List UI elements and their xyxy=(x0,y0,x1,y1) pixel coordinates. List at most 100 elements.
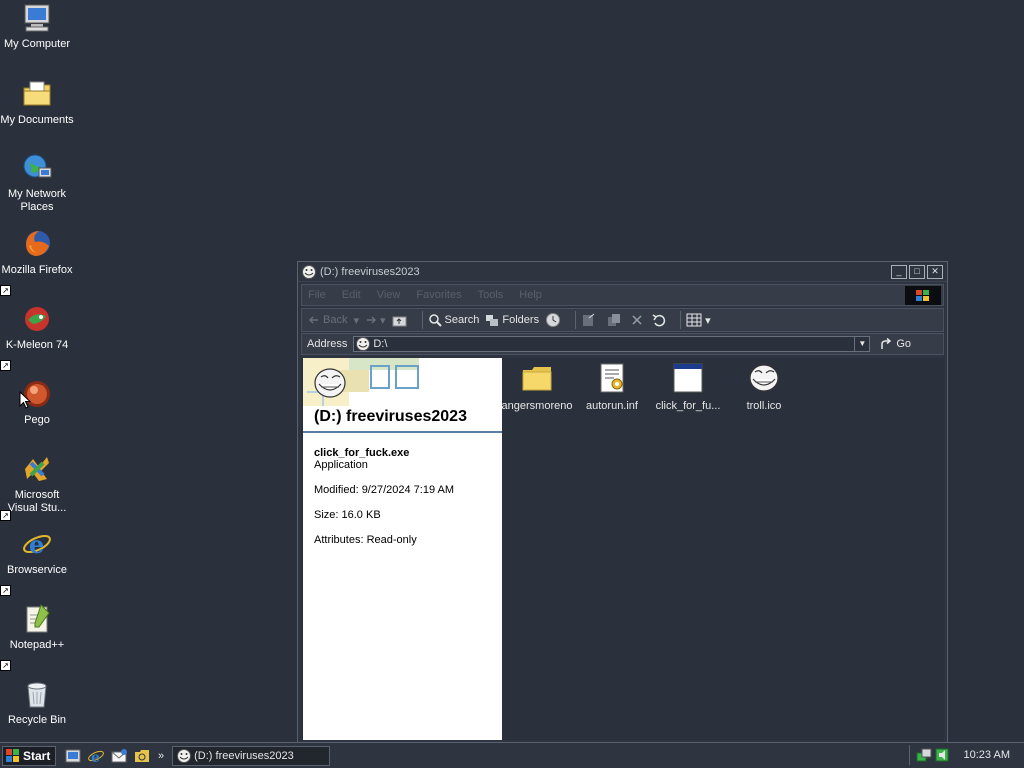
views-button[interactable]: ▾ xyxy=(686,313,711,327)
desktop-icon-pego[interactable]: Pego xyxy=(0,376,74,446)
svg-text:e: e xyxy=(91,750,100,765)
up-folder-button[interactable] xyxy=(392,313,411,327)
trollface-icon xyxy=(177,748,192,763)
exe-window-icon xyxy=(673,363,703,393)
address-input[interactable]: D:\ ▼ xyxy=(353,336,871,352)
desktop-icon-notepadpp[interactable]: ↗ Notepad++ xyxy=(0,601,74,671)
desktop-icon-label: My Documents xyxy=(0,114,74,126)
network-tray-icon[interactable] xyxy=(916,747,932,763)
outlook-express-icon[interactable] xyxy=(110,747,128,765)
file-label: troll.ico xyxy=(746,400,782,412)
recycle-bin-icon xyxy=(27,682,47,708)
delete-x-icon xyxy=(632,315,642,325)
folder-icon xyxy=(522,367,552,391)
volume-tray-icon[interactable] xyxy=(934,747,950,763)
desktop-icon-label: My Computer xyxy=(3,38,71,50)
move-to-button[interactable] xyxy=(581,312,600,328)
menu-help[interactable]: Help xyxy=(519,289,542,301)
desktop-icon-my-documents[interactable]: My Documents xyxy=(0,76,74,146)
file-label: click_for_fu... xyxy=(655,400,721,412)
selected-file-modified: Modified: 9/27/2024 7:19 AM xyxy=(314,484,455,496)
quick-launch-chevron[interactable]: » xyxy=(158,750,164,762)
forward-button[interactable]: ▾ xyxy=(365,314,386,327)
show-desktop-icon[interactable] xyxy=(64,747,82,765)
desktop-icon-label: Recycle Bin xyxy=(7,714,67,726)
menu-view[interactable]: View xyxy=(377,289,401,301)
desktop-icon-my-computer[interactable]: My Computer xyxy=(0,0,74,70)
go-label: Go xyxy=(896,338,912,350)
menu-file[interactable]: File xyxy=(308,289,326,301)
desktop-icon-visual-studio[interactable]: ↗ Microsoft Visual Stu... xyxy=(0,451,74,521)
explorer-window[interactable]: (D:) freeviruses2023 _ □ ✕ File Edit Vie… xyxy=(297,261,948,743)
search-button[interactable]: Search xyxy=(428,313,479,327)
windows-logo-icon xyxy=(905,286,941,305)
back-button[interactable]: Back ▾ xyxy=(308,314,359,327)
undo-button[interactable] xyxy=(652,313,669,327)
webview-title: (D:) freeviruses2023 xyxy=(314,408,467,425)
explorer-icon[interactable] xyxy=(133,747,151,765)
address-dropdown-icon[interactable]: ▼ xyxy=(854,337,869,351)
desktop-icon-browservice[interactable]: e ↗ Browservice xyxy=(0,526,74,596)
forward-arrow-icon xyxy=(367,316,377,324)
search-icon xyxy=(428,314,442,327)
close-button[interactable]: ✕ xyxy=(927,264,943,279)
desktop-icon-network-places[interactable]: My Network Places xyxy=(0,150,74,220)
file-item-angersmoreno[interactable]: angersmoreno xyxy=(501,362,573,412)
svg-text:e: e xyxy=(29,530,44,559)
desktop-icon-recycle-bin[interactable]: Recycle Bin xyxy=(0,676,74,746)
copy-to-button[interactable] xyxy=(606,312,625,328)
computer-icon xyxy=(24,4,50,32)
delete-button[interactable] xyxy=(631,314,646,326)
webview-header: (D:) freeviruses2023 xyxy=(303,358,502,433)
toolbar-separator xyxy=(575,311,577,329)
desktop-icon-label: K-Meleon 74 xyxy=(5,339,69,351)
start-button[interactable]: Start xyxy=(2,745,56,766)
desktop-icon-label: Notepad++ xyxy=(9,639,65,651)
folders-label: Folders xyxy=(502,314,540,326)
folder-content: (D:) freeviruses2023 click_for_fuck.exe … xyxy=(301,358,944,740)
network-icon xyxy=(23,154,52,178)
go-button[interactable]: Go xyxy=(880,338,911,350)
shortcut-arrow-icon: ↗ xyxy=(0,660,11,671)
firefox-icon xyxy=(26,231,50,256)
selected-file-size: Size: 16.0 KB xyxy=(314,509,381,521)
address-bar: Address D:\ ▼ Go xyxy=(301,333,944,355)
menu-tools[interactable]: Tools xyxy=(478,289,504,301)
taskbar-clock[interactable]: 10:23 AM xyxy=(964,749,1010,761)
selected-file-attributes: Attributes: Read-only xyxy=(314,534,417,546)
ie-icon: e xyxy=(23,530,51,559)
windows-flag-icon xyxy=(6,748,19,762)
webview-pane: (D:) freeviruses2023 click_for_fuck.exe … xyxy=(303,358,502,740)
shortcut-arrow-icon: ↗ xyxy=(0,510,11,521)
desktop-icon-firefox[interactable]: ↗ Mozilla Firefox xyxy=(0,226,74,296)
shortcut-arrow-icon: ↗ xyxy=(0,360,11,371)
webview-details: click_for_fuck.exe Application Modified:… xyxy=(303,433,502,546)
desktop-icon-label: My Network Places xyxy=(7,188,67,213)
toolbar-separator xyxy=(680,311,682,329)
window-title: (D:) freeviruses2023 xyxy=(320,265,420,278)
file-item-click-for-fuck-exe[interactable]: click_for_fu... xyxy=(652,362,724,412)
menu-edit[interactable]: Edit xyxy=(342,289,361,301)
history-button[interactable] xyxy=(545,312,564,328)
quick-launch: e » xyxy=(64,747,164,765)
start-label: Start xyxy=(23,748,51,763)
desktop-icon-label: Microsoft Visual Stu... xyxy=(7,489,67,514)
file-label: angersmoreno xyxy=(501,400,573,412)
desktop-icon-k-meleon[interactable]: ↗ K-Meleon 74 xyxy=(0,301,74,371)
go-arrow-icon xyxy=(881,338,892,349)
address-value: D:\ xyxy=(373,338,388,350)
ie-icon[interactable]: e xyxy=(87,747,105,765)
folders-button[interactable]: Folders xyxy=(485,313,539,327)
minimize-button[interactable]: _ xyxy=(891,264,907,279)
trollface-icon xyxy=(356,337,371,351)
maximize-button[interactable]: □ xyxy=(909,264,925,279)
taskbar-window-button[interactable]: (D:) freeviruses2023 xyxy=(172,745,331,766)
menu-favorites[interactable]: Favorites xyxy=(416,289,461,301)
history-clock-icon xyxy=(546,313,561,327)
file-item-troll-ico[interactable]: troll.ico xyxy=(728,362,800,412)
window-titlebar[interactable]: (D:) freeviruses2023 _ □ ✕ xyxy=(298,262,947,282)
folders-icon xyxy=(486,315,499,326)
copy-to-icon xyxy=(608,314,621,326)
file-label: autorun.inf xyxy=(586,400,638,412)
file-item-autorun[interactable]: autorun.inf xyxy=(576,362,648,412)
